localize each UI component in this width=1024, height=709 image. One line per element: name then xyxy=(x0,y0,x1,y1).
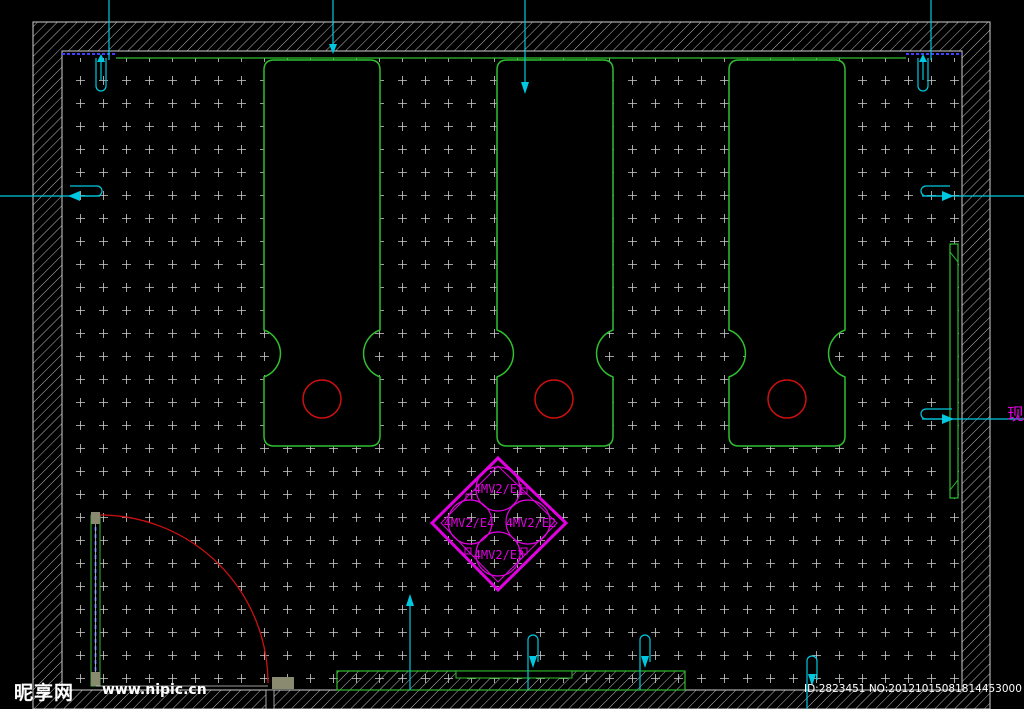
bed-1 xyxy=(263,59,381,447)
floor-plan-drawing: 4MV2/E1 4MV2/E4 4MV2/E2 4MV2/E3 xyxy=(0,0,1024,709)
fixture-label-e3: 4MV2/E3 xyxy=(474,548,525,562)
top-edge xyxy=(62,53,962,59)
watermark-id: ID:2823451 NO:20121015081814453000 xyxy=(804,683,1022,695)
watermark-logo: 昵享网 xyxy=(14,682,75,704)
bed-3 xyxy=(728,59,846,447)
watermark-url: www.nipic.cn xyxy=(102,682,207,698)
wall-cabinet xyxy=(949,243,959,499)
edge-label: 现 xyxy=(1007,405,1024,425)
fixture-label-e1: 4MV2/E1 xyxy=(474,482,525,496)
fixture-label-e4: 4MV2/E4 xyxy=(444,516,495,530)
bed-2 xyxy=(496,59,614,447)
fixture-label-e2: 4MV2/E2 xyxy=(506,516,557,530)
window-sill xyxy=(336,670,686,691)
